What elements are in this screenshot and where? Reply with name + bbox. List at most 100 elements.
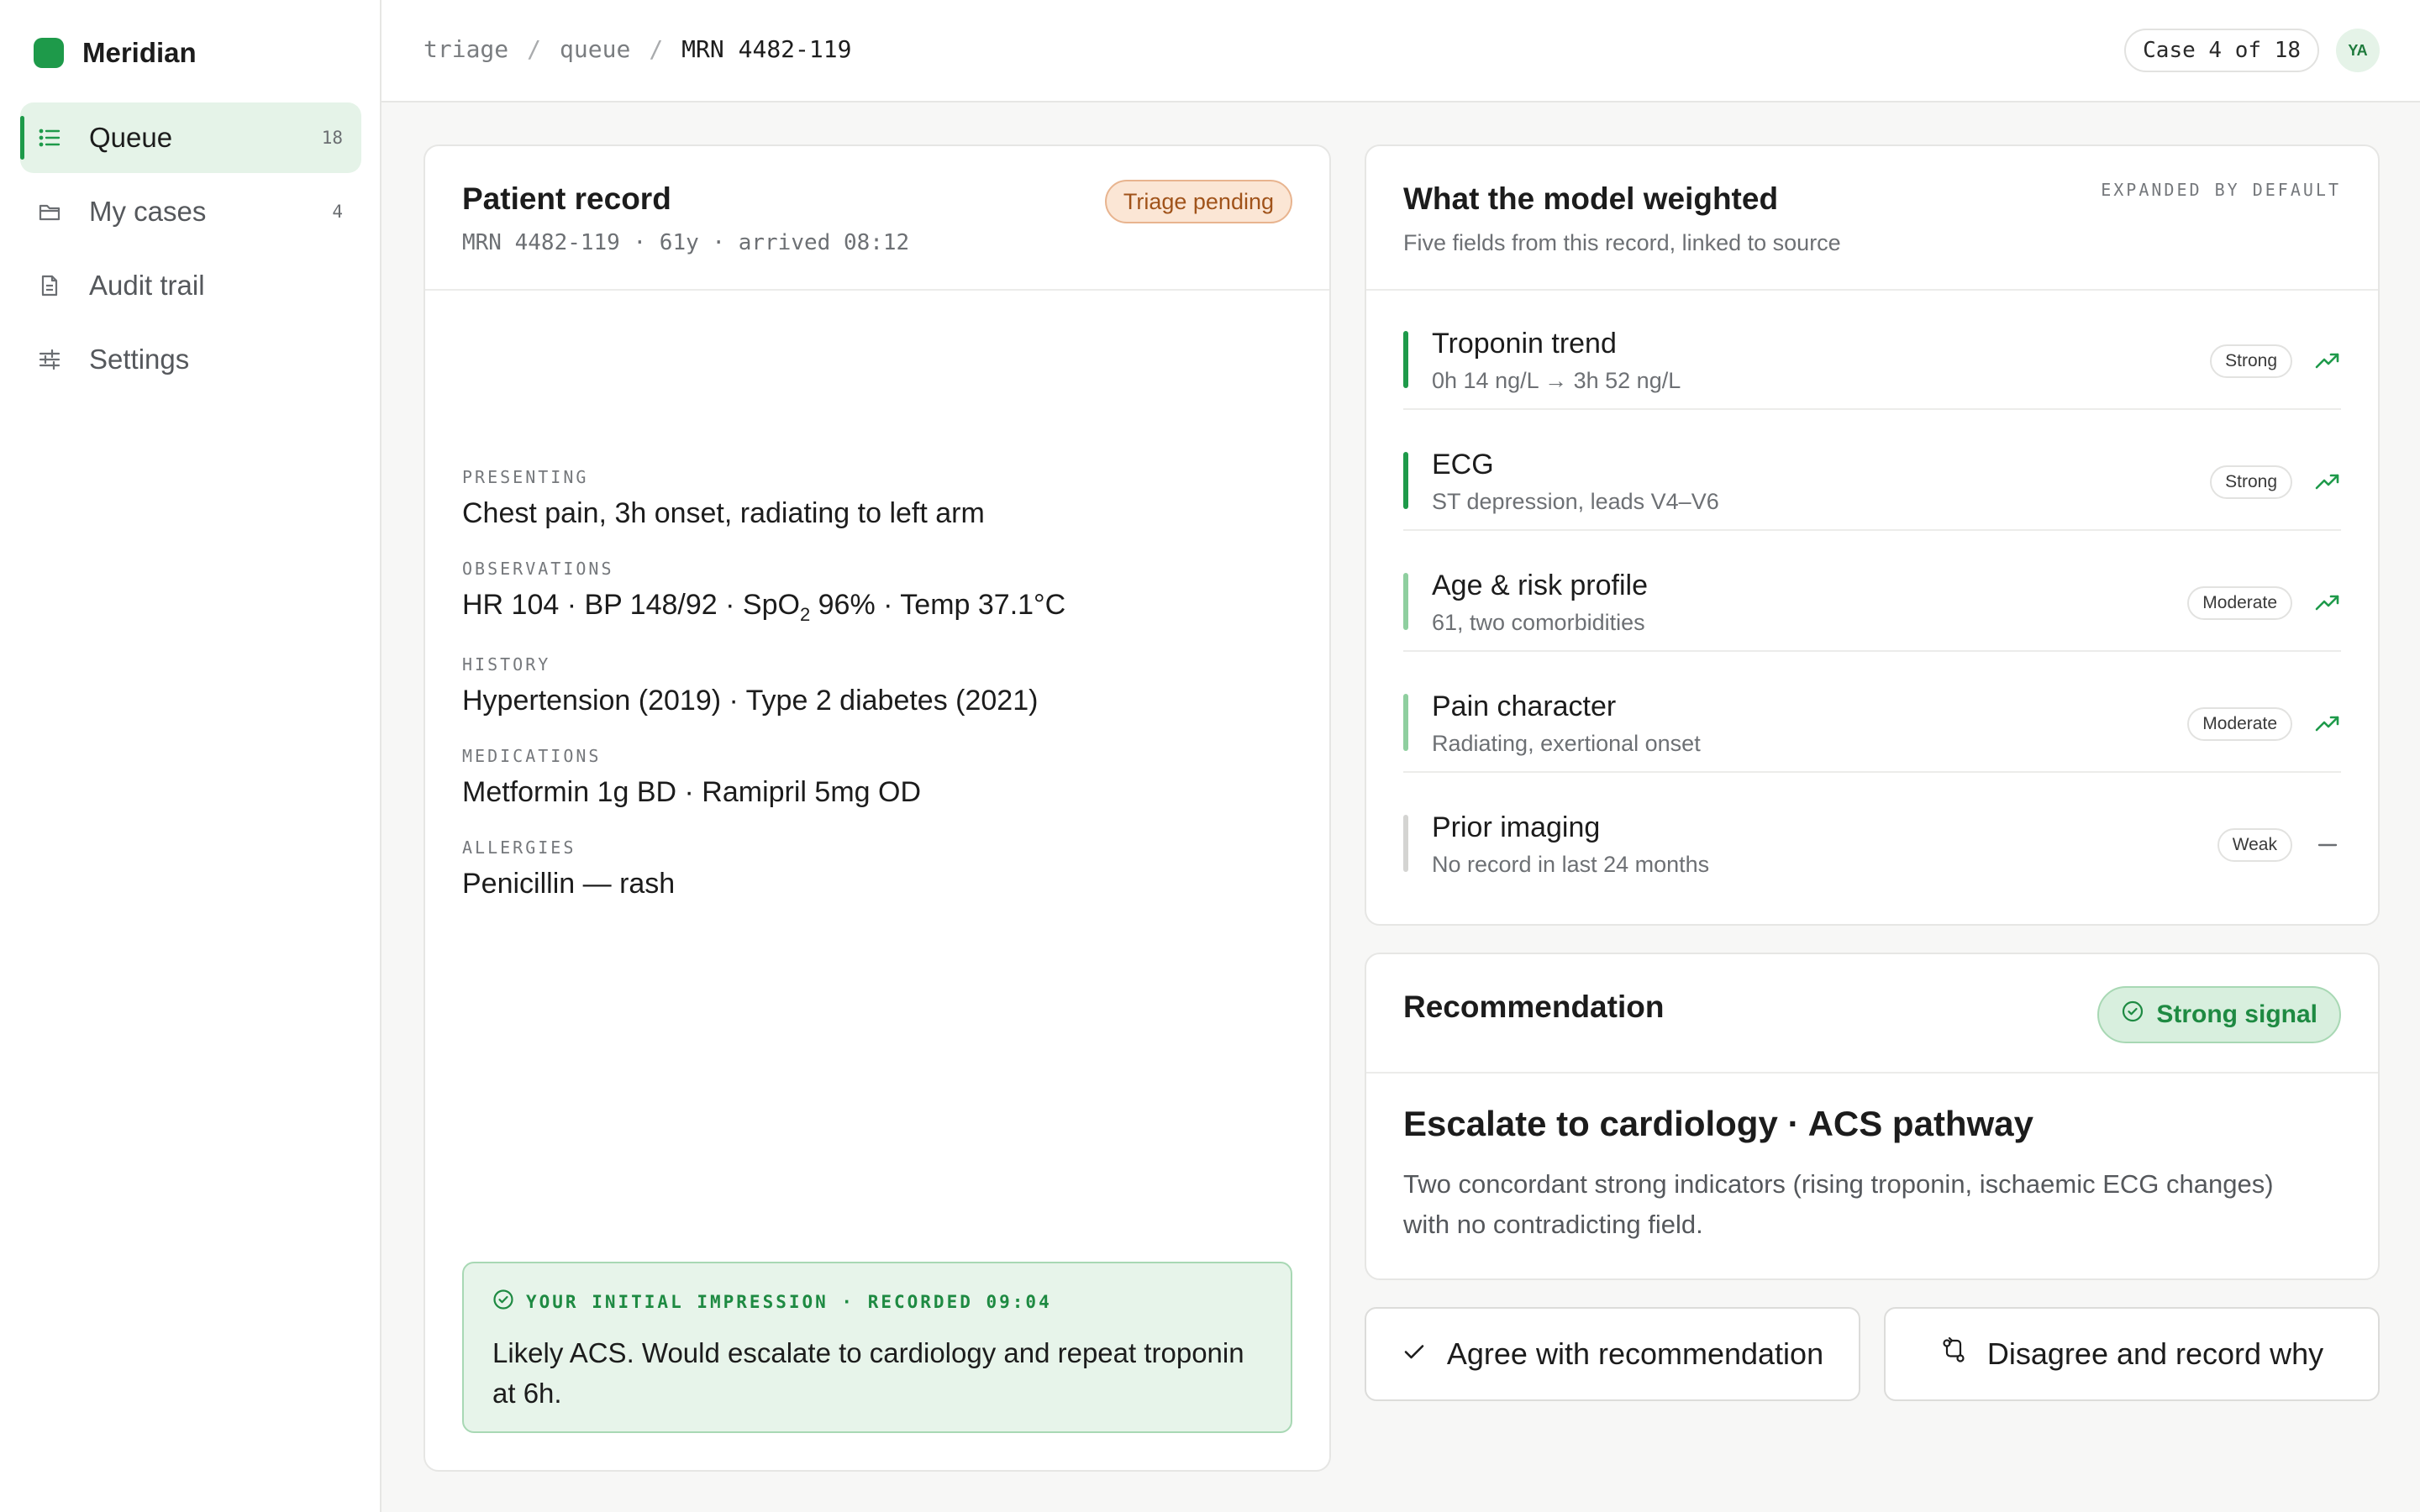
check-circle-icon — [492, 1289, 514, 1315]
weight-row-pain-character[interactable]: Pain character Radiating, exertional ons… — [1403, 652, 2341, 773]
sidebar-item-queue[interactable]: Queue 18 — [20, 102, 361, 173]
patient-fields: PRESENTING Chest pain, 3h onset, radiati… — [462, 467, 1065, 929]
disagree-button-label: Disagree and record why — [1986, 1336, 2324, 1371]
weight-detail: 61, two comorbidities — [1432, 610, 1645, 635]
strength-badge: Moderate — [2187, 707, 2292, 741]
queue-count: 18 — [321, 128, 343, 148]
list-icon — [37, 125, 62, 150]
status-badge: Triage pending — [1104, 180, 1292, 223]
breadcrumb-queue[interactable]: queue — [560, 35, 630, 63]
sidebar-item-my-cases[interactable]: My cases 4 — [20, 176, 361, 247]
trend-up-icon — [2314, 469, 2341, 496]
field-value: Hypertension (2019) · Type 2 diabetes (2… — [462, 684, 1039, 717]
trend-up-icon — [2314, 590, 2341, 617]
patient-record-card: Patient record MRN 4482-119 · 61y · arri… — [424, 144, 1331, 1472]
case-position: Case 4 of 18 — [2124, 29, 2319, 72]
impression-label: YOUR INITIAL IMPRESSION · RECORDED 09:04 — [526, 1291, 1052, 1312]
initial-impression: YOUR INITIAL IMPRESSION · RECORDED 09:04… — [462, 1262, 1292, 1433]
strength-bar — [1403, 815, 1408, 872]
field-value: Chest pain, 3h onset, radiating to left … — [462, 497, 985, 529]
breadcrumb-current: MRN 4482-119 — [681, 35, 852, 63]
disagree-button[interactable]: Disagree and record why — [1884, 1307, 2380, 1401]
field-label: HISTORY — [462, 654, 551, 675]
impression-header: YOUR INITIAL IMPRESSION · RECORDED 09:04 — [492, 1289, 1262, 1315]
recommendation-headline: Escalate to cardiology · ACS pathway — [1403, 1104, 2033, 1143]
recommendation-title: Recommendation — [1403, 990, 1665, 1024]
breadcrumb-separator: / — [649, 35, 664, 63]
field-label: ALLERGIES — [462, 837, 576, 858]
agree-button[interactable]: Agree with recommendation — [1365, 1307, 1860, 1401]
impression-text: Likely ACS. Would escalate to cardiology… — [492, 1337, 1244, 1409]
field-label: PRESENTING — [462, 467, 589, 487]
breadcrumb: triage / queue / MRN 4482-119 — [424, 35, 851, 63]
sidebar-item-settings[interactable]: Settings — [20, 324, 361, 395]
divider — [425, 289, 1329, 291]
sidebar-item-audit-trail[interactable]: Audit trail — [20, 250, 361, 321]
trend-up-icon — [2314, 348, 2341, 375]
signal-label: Strong signal — [2156, 1000, 2317, 1028]
weight-name: ECG — [1432, 449, 1494, 480]
sidebar-item-label: Queue — [89, 122, 173, 153]
my-cases-count: 4 — [332, 202, 343, 222]
field-medications: MEDICATIONS Metformin 1g BD · Ramipril 5… — [462, 746, 1065, 809]
model-weights-subtitle: Five fields from this record, linked to … — [1403, 230, 1841, 255]
strength-bar — [1403, 452, 1408, 509]
expanded-mode-label: EXPANDED BY DEFAULT — [2101, 180, 2341, 200]
patient-record-subtitle: MRN 4482-119 · 61y · arrived 08:12 — [462, 230, 910, 255]
recommendation-card: Recommendation Strong signal Escalate to… — [1365, 953, 2380, 1280]
spo2-subscript: 2 — [799, 603, 811, 625]
brand-name: Meridian — [82, 37, 197, 68]
weight-row-prior-imaging[interactable]: Prior imaging No record in last 24 month… — [1403, 773, 2341, 892]
brand-logo — [34, 38, 64, 68]
weights-list: Troponin trend 0h 14 ng/L → 3h 52 ng/L S… — [1403, 289, 2341, 892]
field-presenting: PRESENTING Chest pain, 3h onset, radiati… — [462, 467, 1065, 530]
sidebar-item-label: Settings — [89, 344, 190, 375]
field-value: Penicillin — rash — [462, 867, 676, 900]
observations-text-rest: 96% · Temp 37.1°C — [810, 589, 1066, 621]
weight-name: Prior imaging — [1432, 811, 1601, 843]
field-value: HR 104 · BP 148/92 · SpO2 96% · Temp 37.… — [462, 589, 1065, 626]
weight-name: Troponin trend — [1432, 328, 1617, 360]
recommendation-body: Two concordant strong indicators (rising… — [1403, 1169, 2274, 1239]
breadcrumb-triage[interactable]: triage — [424, 35, 508, 63]
weight-row-troponin[interactable]: Troponin trend 0h 14 ng/L → 3h 52 ng/L S… — [1403, 289, 2341, 410]
check-icon — [1402, 1336, 1427, 1372]
weight-name: Age & risk profile — [1432, 570, 1648, 601]
dash-icon — [2314, 832, 2341, 858]
weight-row-age-risk[interactable]: Age & risk profile 61, two comorbidities… — [1403, 531, 2341, 652]
field-value: Metformin 1g BD · Ramipril 5mg OD — [462, 775, 922, 808]
sidebar: Meridian Queue 18 My cases 4 Audit trail… — [0, 0, 381, 1512]
brand[interactable]: Meridian — [34, 37, 197, 69]
strength-bar — [1403, 331, 1408, 388]
field-allergies: ALLERGIES Penicillin — rash — [462, 837, 1065, 900]
sidebar-item-label: Audit trail — [89, 270, 205, 301]
signal-badge: Strong signal — [2097, 986, 2341, 1043]
weight-detail: 0h 14 ng/L → 3h 52 ng/L — [1432, 368, 1681, 393]
check-circle-icon — [2121, 1000, 2144, 1030]
strength-badge: Strong — [2210, 465, 2292, 499]
weight-row-ecg[interactable]: ECG ST depression, leads V4–V6 Strong — [1403, 410, 2341, 531]
strength-badge: Strong — [2210, 344, 2292, 378]
patient-record-title: Patient record — [462, 181, 671, 216]
field-history: HISTORY Hypertension (2019) · Type 2 dia… — [462, 654, 1065, 717]
breadcrumb-separator: / — [527, 35, 542, 63]
divider — [1366, 1072, 2378, 1074]
field-label: MEDICATIONS — [462, 745, 602, 766]
branch-icon — [1940, 1336, 1967, 1372]
field-observations: OBSERVATIONS HR 104 · BP 148/92 · SpO2 9… — [462, 559, 1065, 626]
folder-icon — [37, 199, 62, 224]
avatar[interactable]: YA — [2336, 29, 2380, 72]
strength-bar — [1403, 694, 1408, 751]
weight-detail: Radiating, exertional onset — [1432, 731, 1701, 756]
model-weights-card: What the model weighted Five fields from… — [1365, 144, 2380, 926]
agree-button-label: Agree with recommendation — [1446, 1336, 1824, 1371]
strength-badge: Weak — [2217, 828, 2292, 862]
field-label: OBSERVATIONS — [462, 559, 614, 579]
model-weights-title: What the model weighted — [1403, 181, 1779, 216]
trend-up-icon — [2314, 711, 2341, 738]
sidebar-item-label: My cases — [89, 196, 207, 227]
strength-badge: Moderate — [2187, 586, 2292, 620]
weight-detail: No record in last 24 months — [1432, 852, 1710, 877]
observations-text: HR 104 · BP 148/92 · SpO — [462, 589, 800, 621]
top-bar: triage / queue / MRN 4482-119 Case 4 of … — [381, 0, 2420, 102]
